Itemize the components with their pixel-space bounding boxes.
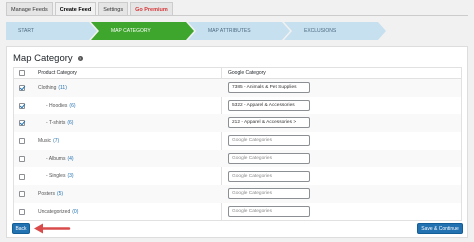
google-category-select[interactable]: Google Categories xyxy=(228,170,310,182)
tab-underline xyxy=(6,15,468,16)
google-category-select[interactable]: Google Categories xyxy=(228,188,310,200)
header-product-category: Product Category xyxy=(38,70,77,76)
tab-manage-feeds[interactable]: Manage Feeds xyxy=(6,2,53,16)
category-name: - Singles (3) xyxy=(46,173,74,180)
step-start: START xyxy=(18,28,34,34)
google-category-select[interactable]: 212 - Apparel & Accessories > xyxy=(228,117,310,129)
category-name: - T-shirts (6) xyxy=(46,120,74,127)
google-category-select[interactable]: Google Categories xyxy=(228,152,310,164)
back-button[interactable]: Back xyxy=(12,223,30,234)
row-checkbox[interactable] xyxy=(19,85,25,91)
table-header: Product Category Google Category xyxy=(13,67,462,79)
category-table: Product Category Google Category Clothin… xyxy=(13,67,462,221)
category-name: Uncategorized (0) xyxy=(38,208,79,215)
tab-go-premium[interactable]: Go Premium xyxy=(130,2,173,16)
table-row: - T-shirts (6) 212 - Apparel & Accessorie… xyxy=(14,114,461,133)
select-all-checkbox[interactable] xyxy=(19,70,25,76)
row-checkbox[interactable] xyxy=(19,155,25,162)
question-icon[interactable]: ? xyxy=(77,56,83,61)
panel-title-text: Map Category xyxy=(13,53,73,64)
row-checkbox[interactable] xyxy=(19,173,25,180)
table-row: Uncategorized (0) Google Categories xyxy=(14,203,461,221)
tab-create-feed[interactable]: Create Feed xyxy=(54,2,97,16)
table-body: Clothing (11) 7385 - Animals & Pet Suppli… xyxy=(13,79,462,221)
google-category-select[interactable]: Google Categories xyxy=(228,135,310,147)
step-exclusions: EXCLUSIONS xyxy=(304,28,337,34)
category-name: - Albums (4) xyxy=(46,155,74,162)
row-checkbox[interactable] xyxy=(19,191,25,198)
category-name: Music (7) xyxy=(38,137,60,144)
panel-title: Map Category ? xyxy=(13,53,83,64)
table-row: - Hoodies (6) 5322 - Apparel & Accessorie… xyxy=(14,97,461,115)
header-google-category: Google Category xyxy=(228,70,266,76)
tab-bar: Manage Feeds Create Feed Settings Go Pre… xyxy=(6,2,173,16)
category-name: - Hoodies (6) xyxy=(46,102,76,109)
category-name: Posters (5) xyxy=(38,191,64,198)
save-continue-button[interactable]: Save & Continue xyxy=(417,223,463,234)
category-name: Clothing (11) xyxy=(38,84,67,91)
map-category-panel: Map Category ? Product Category Google C… xyxy=(6,46,468,238)
arrow-left-icon xyxy=(34,223,71,234)
progress-steps: START MAP CATEGORY MAP ATTRIBUTES EXCLUS… xyxy=(6,22,468,40)
table-row: Music (7) Google Categories xyxy=(14,132,461,150)
row-checkbox[interactable] xyxy=(19,208,25,215)
google-category-select[interactable]: 7385 - Animals & Pet Supplies xyxy=(228,82,310,93)
tab-settings[interactable]: Settings xyxy=(98,2,129,16)
column-divider xyxy=(221,68,222,78)
row-checkbox[interactable] xyxy=(19,120,25,127)
table-row: - Albums (4) Google Categories xyxy=(14,149,461,168)
row-checkbox[interactable] xyxy=(19,102,25,109)
table-row: Clothing (11) 7385 - Animals & Pet Suppli… xyxy=(14,79,461,97)
table-row: Posters (5) Google Categories xyxy=(14,185,461,203)
step-map-category: MAP CATEGORY xyxy=(111,28,151,34)
google-category-select[interactable]: 5322 - Apparel & Accessories xyxy=(228,99,310,111)
row-checkbox[interactable] xyxy=(19,138,25,145)
table-row: - Singles (3) Google Categories xyxy=(14,168,461,186)
google-category-select[interactable]: Google Categories xyxy=(228,205,310,217)
step-map-attributes: MAP ATTRIBUTES xyxy=(208,28,251,34)
